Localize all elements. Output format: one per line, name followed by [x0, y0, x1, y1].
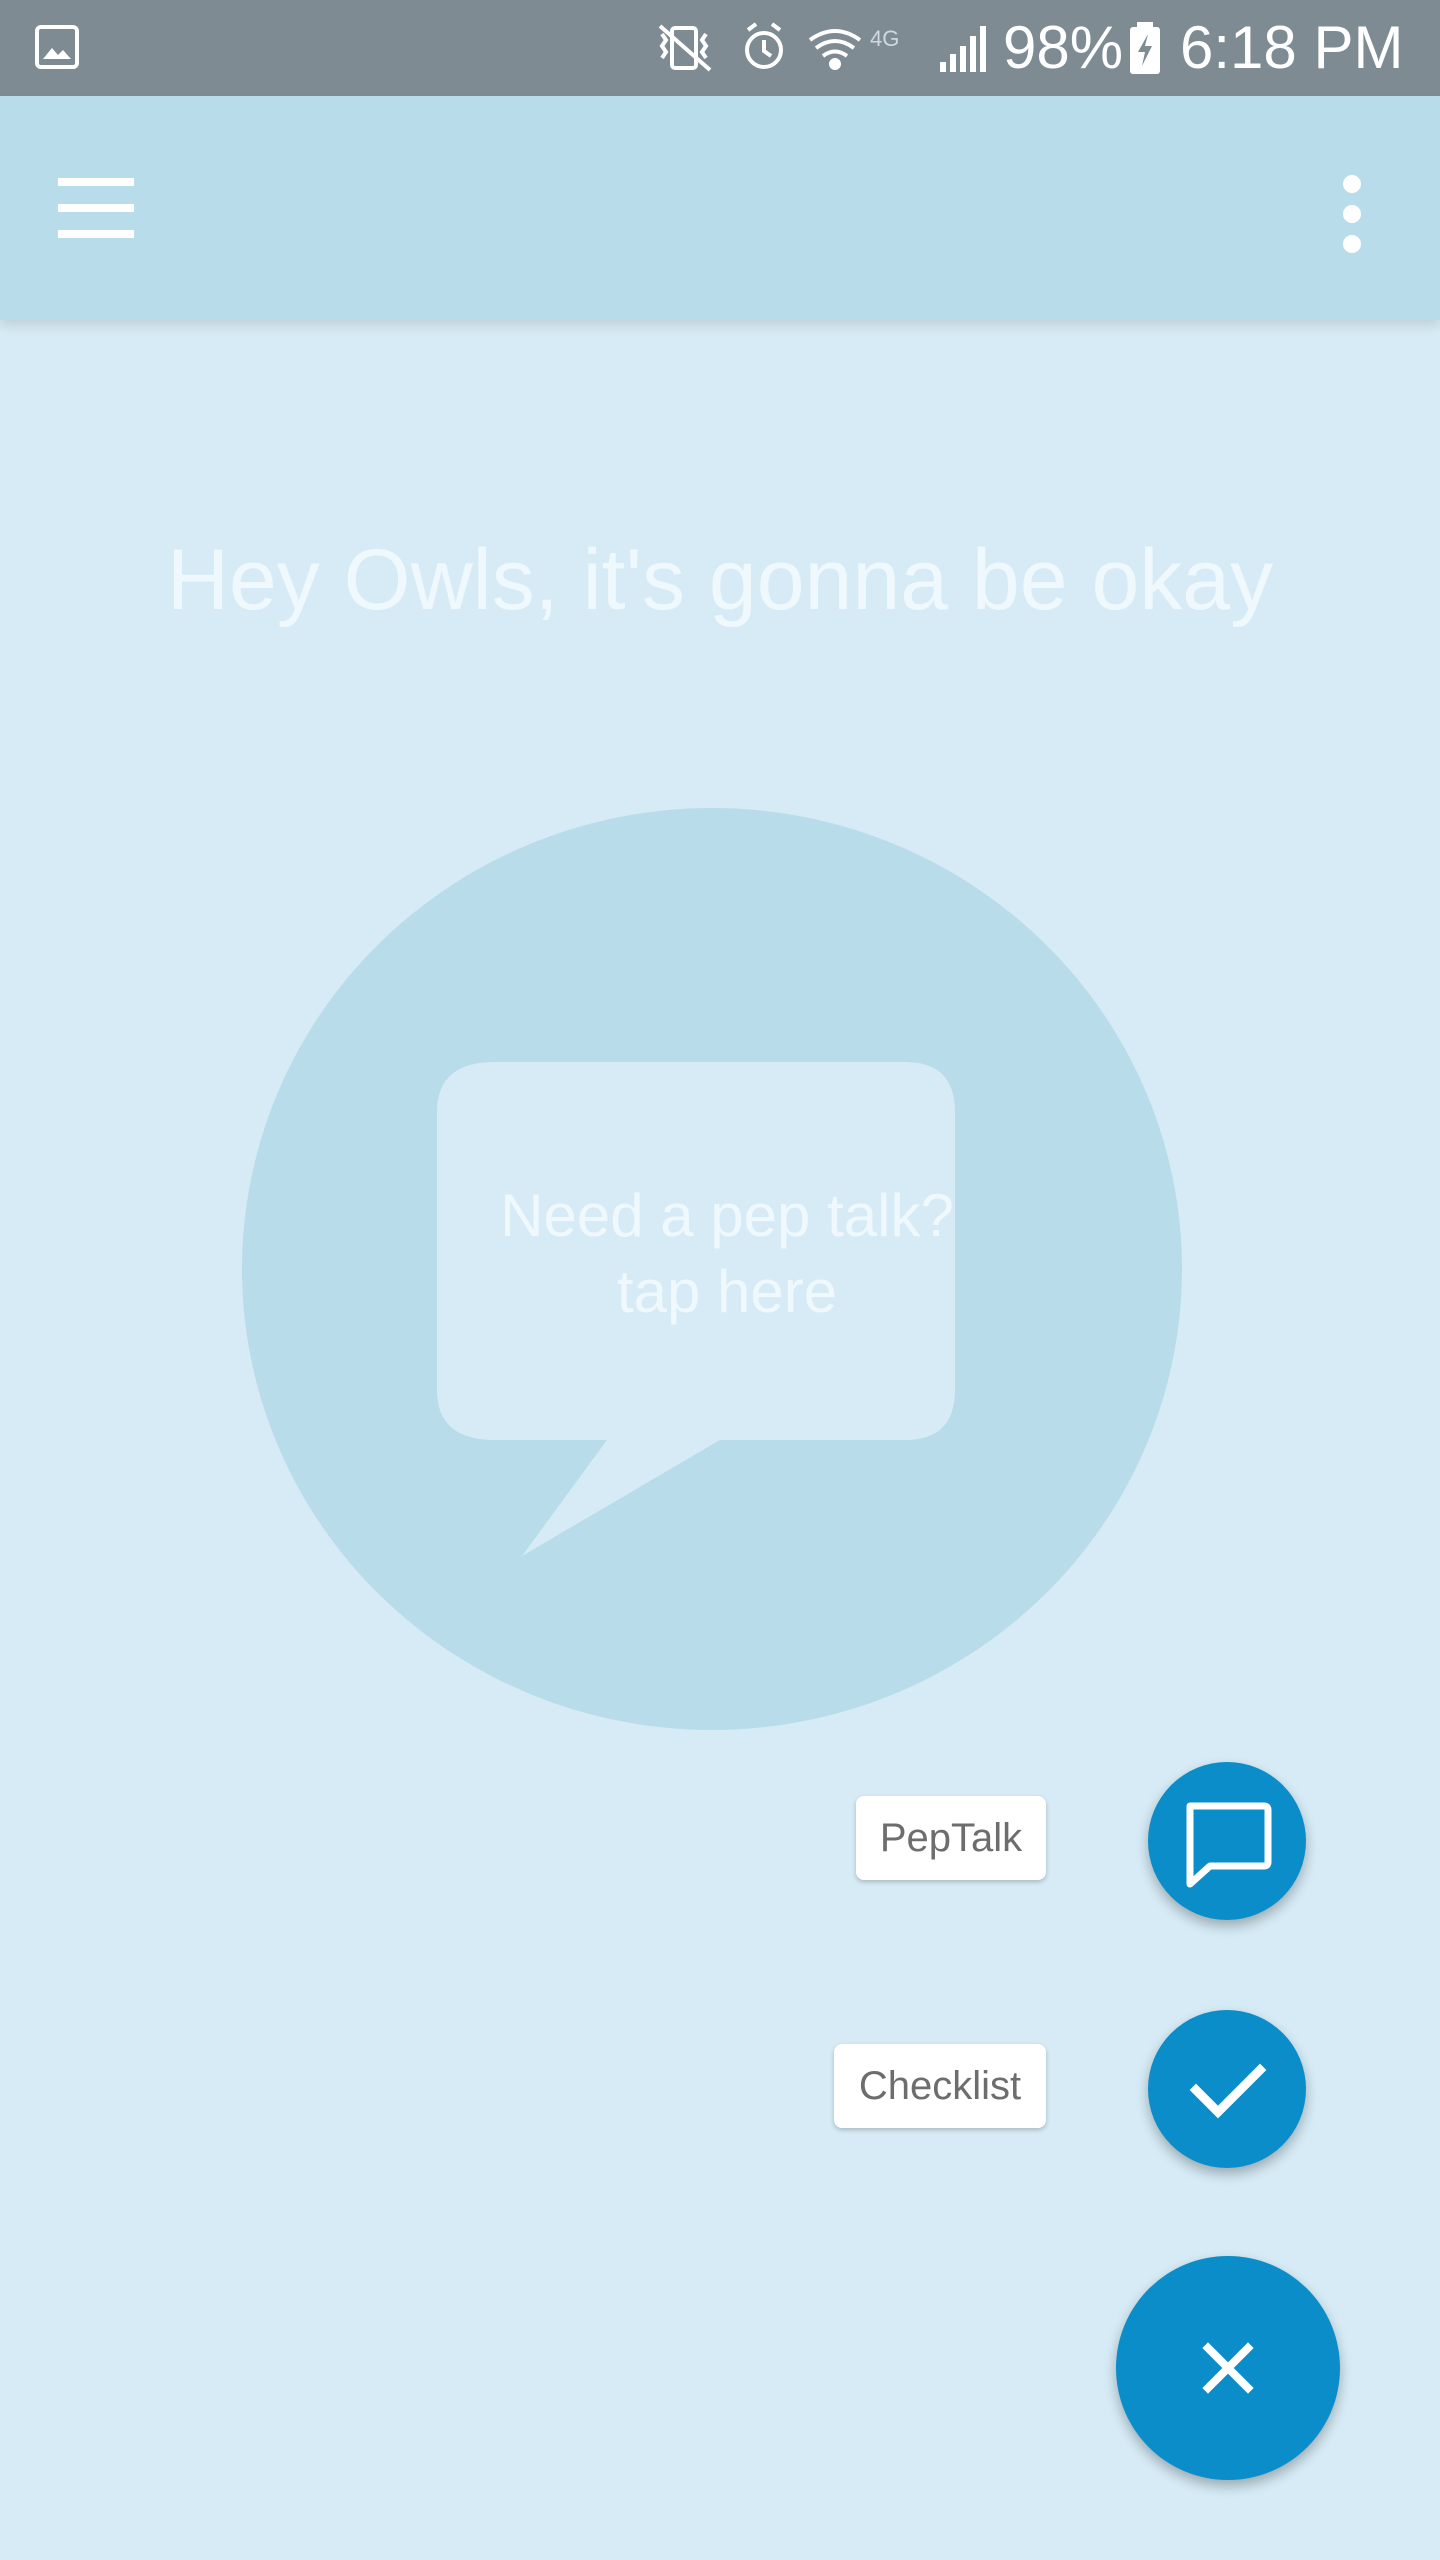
alarm-icon: [745, 22, 783, 69]
pep-talk-prompt: Need a pep talk? tap here: [437, 1178, 1017, 1330]
status-icons: 4G: [658, 22, 986, 72]
gallery-icon: [35, 25, 79, 69]
battery-percentage: 98%: [1003, 14, 1124, 81]
peptalk-fab-button[interactable]: [1148, 1762, 1306, 1920]
close-icon: [1202, 2342, 1254, 2394]
check-icon: [1189, 2063, 1267, 2119]
page-headline: Hey Owls, it's gonna be okay: [166, 532, 1274, 628]
checklist-fab-button[interactable]: [1148, 2010, 1306, 2168]
status-bar: 4G 98% 6:18 PM: [0, 0, 1440, 96]
signal-icon: [940, 26, 986, 72]
battery-charging-icon: [1130, 22, 1160, 74]
vibrate-mute-icon: [658, 24, 712, 72]
pep-talk-circle-button[interactable]: Need a pep talk? tap here: [242, 808, 1182, 1730]
checklist-fab-label[interactable]: Checklist: [834, 2044, 1046, 2128]
4g-icon: 4G: [870, 26, 899, 51]
app-bar: [0, 96, 1440, 320]
pep-talk-prompt-line1: Need a pep talk?: [500, 1182, 954, 1249]
close-fab-button[interactable]: [1116, 2256, 1340, 2480]
hamburger-menu-icon[interactable]: [48, 168, 144, 248]
more-vert-icon[interactable]: [1320, 168, 1384, 264]
pep-talk-prompt-line2: tap here: [616, 1258, 838, 1325]
clock: 6:18 PM: [1180, 14, 1404, 81]
chat-bubble-icon: [1186, 1802, 1272, 1888]
wifi-icon: [808, 29, 862, 70]
peptalk-fab-label[interactable]: PepTalk: [856, 1796, 1046, 1880]
